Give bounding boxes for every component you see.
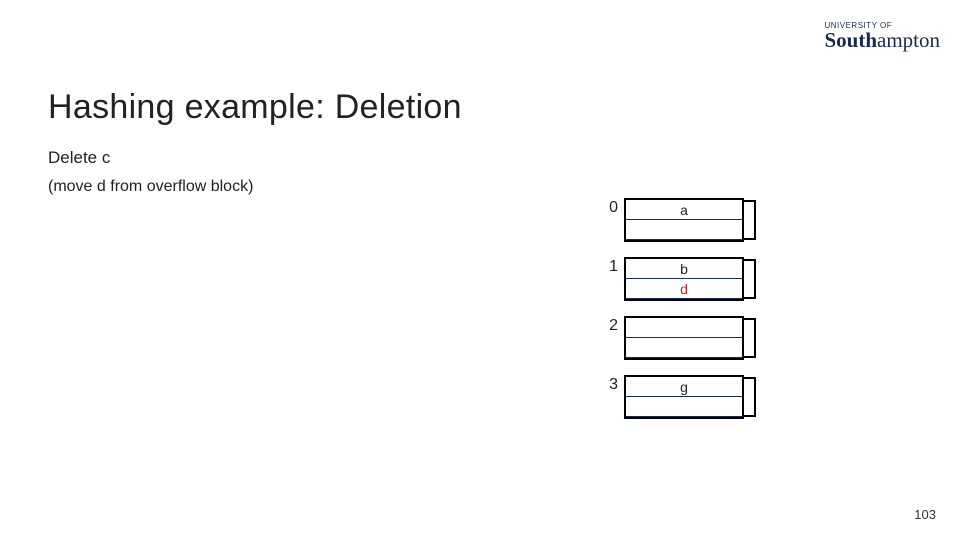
- bucket-slot: b: [626, 259, 742, 279]
- bucket-slot: [626, 318, 742, 338]
- bucket-row: 3 g: [594, 375, 744, 419]
- overflow-pointer-icon: [744, 259, 756, 299]
- bucket-slot-highlighted: d: [626, 279, 742, 299]
- page-number: 103: [914, 507, 936, 522]
- university-logo: UNIVERSITY OF Southampton: [824, 22, 940, 51]
- bucket-index: 3: [594, 375, 618, 395]
- bucket-slot: [626, 397, 742, 417]
- overflow-pointer-icon: [744, 377, 756, 417]
- bucket-row: 2: [594, 316, 744, 360]
- bucket: b d: [624, 257, 744, 301]
- bucket-slot: g: [626, 377, 742, 397]
- overflow-pointer-icon: [744, 200, 756, 240]
- logo-name: Southampton: [824, 30, 940, 51]
- bucket: a: [624, 198, 744, 242]
- bucket-index: 0: [594, 198, 618, 218]
- overflow-pointer-icon: [744, 318, 756, 358]
- bucket: [624, 316, 744, 360]
- bucket-slot: a: [626, 200, 742, 220]
- subnote: (move d from overflow block): [48, 178, 253, 196]
- bucket-index: 1: [594, 257, 618, 277]
- subtitle: Delete c: [48, 148, 110, 168]
- bucket-slot: [626, 338, 742, 358]
- page-title: Hashing example: Deletion: [48, 88, 462, 127]
- bucket-row: 0 a: [594, 198, 744, 242]
- bucket-slot: [626, 220, 742, 240]
- bucket-row: 1 b d: [594, 257, 744, 301]
- bucket-index: 2: [594, 316, 618, 336]
- bucket: g: [624, 375, 744, 419]
- hash-table-diagram: 0 a 1 b d 2 3: [594, 198, 744, 434]
- slide: UNIVERSITY OF Southampton Hashing exampl…: [0, 0, 960, 540]
